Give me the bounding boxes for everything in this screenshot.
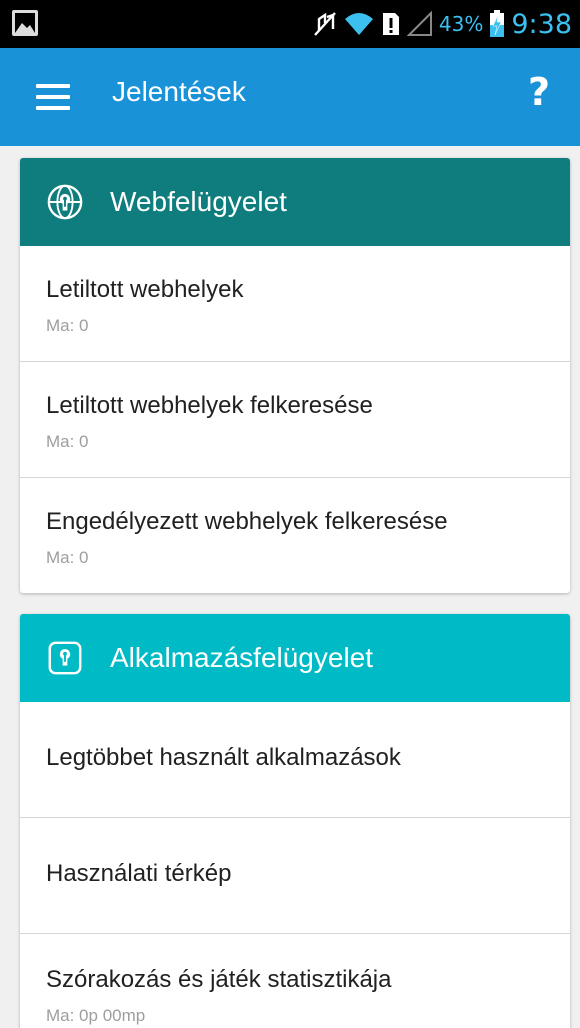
web-monitoring-card: Webfelügyelet Letiltott webhelyek Ma: 0 … [20, 158, 570, 593]
list-item-title: Letiltott webhelyek [46, 276, 244, 303]
clock: 9:38 [511, 8, 572, 40]
signal-icon [406, 11, 432, 36]
list-item-title: Szórakozás és játék statisztikája [46, 966, 392, 993]
list-item-blocked-site-visits[interactable]: Letiltott webhelyek felkeresése Ma: 0 [20, 362, 570, 478]
list-item-subtitle: Ma: 0p 00mp [46, 1006, 146, 1025]
battery-charging-icon [490, 10, 505, 37]
app-lock-icon [48, 641, 82, 675]
web-monitoring-header[interactable]: Webfelügyelet [20, 158, 570, 246]
list-item-subtitle: Ma: 0 [46, 432, 89, 451]
list-item-most-used-apps[interactable]: Legtöbbet használt alkalmazások [20, 702, 570, 818]
list-item-usage-map[interactable]: Használati térkép [20, 818, 570, 934]
list-item-title: Letiltott webhelyek felkeresése [46, 392, 373, 419]
list-item-allowed-site-visits[interactable]: Engedélyezett webhelyek felkeresése Ma: … [20, 478, 570, 593]
app-bar: Jelentések ? [0, 48, 580, 146]
app-monitoring-card: Alkalmazásfelügyelet Legtöbbet használt … [20, 614, 570, 1028]
wifi-icon [344, 13, 373, 35]
list-item-subtitle: Ma: 0 [46, 316, 89, 335]
sim-alert-icon [382, 13, 399, 35]
menu-icon[interactable] [36, 84, 70, 110]
list-item-blocked-sites[interactable]: Letiltott webhelyek Ma: 0 [20, 246, 570, 362]
list-item-title: Használati térkép [46, 860, 232, 887]
list-item-entertainment-stats[interactable]: Szórakozás és játék statisztikája Ma: 0p… [20, 934, 570, 1028]
page-title: Jelentések [112, 76, 246, 107]
app-monitoring-title: Alkalmazásfelügyelet [110, 642, 374, 673]
status-icons: 43% 9:38 [313, 0, 572, 48]
battery-percent: 43% [438, 12, 484, 36]
help-button[interactable]: ? [528, 70, 550, 114]
web-monitoring-title: Webfelügyelet [110, 186, 287, 217]
list-item-title: Legtöbbet használt alkalmazások [46, 744, 401, 771]
gallery-notification-icon [12, 10, 38, 36]
list-item-title: Engedélyezett webhelyek felkeresése [46, 508, 448, 535]
globe-keyhole-icon [47, 184, 83, 220]
app-monitoring-header[interactable]: Alkalmazásfelügyelet [20, 614, 570, 702]
status-bar: 43% 9:38 [0, 0, 580, 48]
list-item-subtitle: Ma: 0 [46, 548, 89, 567]
mute-icon [314, 12, 336, 36]
